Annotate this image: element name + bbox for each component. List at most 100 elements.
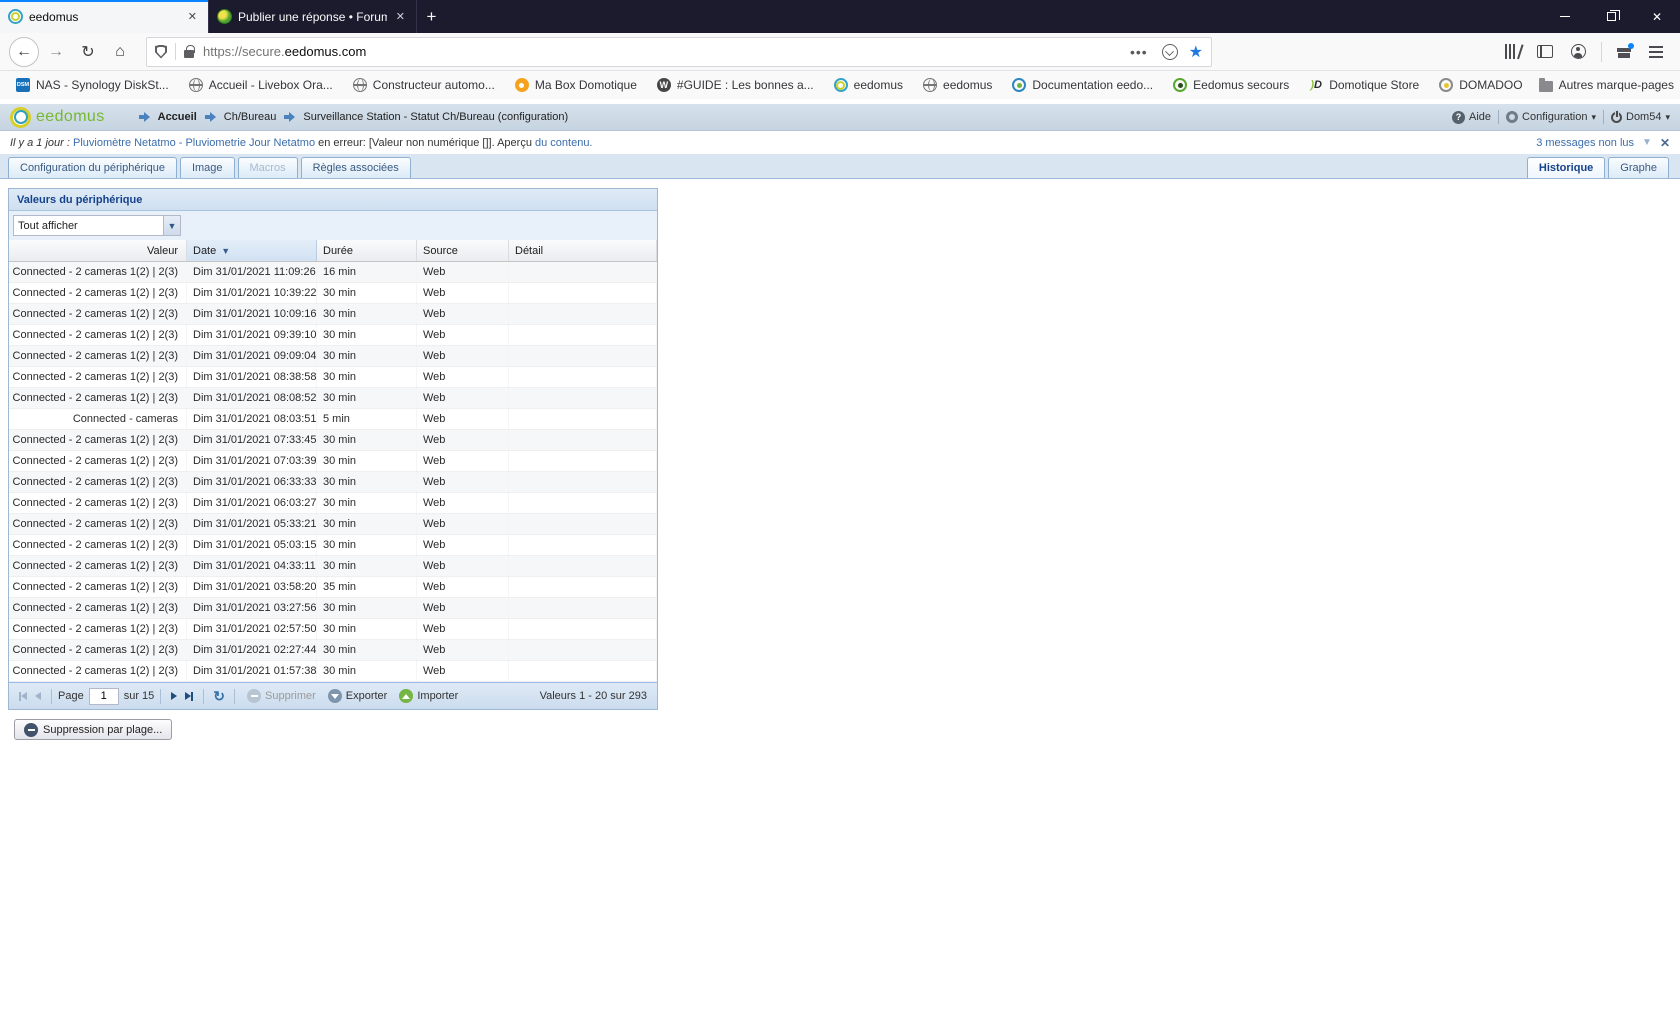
table-row[interactable]: Connected - 2 cameras 1(2) | 2(3) Dim 31…: [9, 430, 657, 451]
pocket-icon[interactable]: [1162, 44, 1178, 60]
browser-tab-eedomus[interactable]: eedomus ✕: [0, 0, 208, 33]
unread-messages-link[interactable]: 3 messages non lus: [1536, 137, 1634, 149]
prev-page-button: [35, 692, 41, 700]
filter-value: Tout afficher: [14, 220, 163, 232]
forward-button[interactable]: →: [40, 37, 72, 67]
cell-detail: [509, 556, 657, 576]
table-row[interactable]: Connected - 2 cameras 1(2) | 2(3) Dim 31…: [9, 472, 657, 493]
app-tab[interactable]: Macros: [238, 157, 298, 178]
table-row[interactable]: Connected - 2 cameras 1(2) | 2(3) Dim 31…: [9, 451, 657, 472]
close-icon: ✕: [1652, 10, 1662, 24]
table-row[interactable]: Connected - 2 cameras 1(2) | 2(3) Dim 31…: [9, 556, 657, 577]
table-row[interactable]: Connected - 2 cameras 1(2) | 2(3) Dim 31…: [9, 262, 657, 283]
table-row[interactable]: Connected - 2 cameras 1(2) | 2(3) Dim 31…: [9, 598, 657, 619]
menu-hamburger-icon[interactable]: [1649, 46, 1663, 58]
table-row[interactable]: Connected - 2 cameras 1(2) | 2(3) Dim 31…: [9, 514, 657, 535]
filter-combobox[interactable]: Tout afficher ▼: [13, 215, 181, 236]
table-row[interactable]: Connected - 2 cameras 1(2) | 2(3) Dim 31…: [9, 535, 657, 556]
other-bookmarks-button[interactable]: Autres marque-pages: [1531, 75, 1680, 95]
table-row[interactable]: Connected - 2 cameras 1(2) | 2(3) Dim 31…: [9, 388, 657, 409]
new-tab-button[interactable]: +: [416, 0, 446, 33]
tracking-shield-icon[interactable]: [155, 45, 167, 59]
tab-close-icon[interactable]: ✕: [393, 8, 408, 25]
range-delete-button[interactable]: Suppression par plage...: [14, 719, 172, 740]
cell-source: Web: [417, 367, 509, 387]
cell-duree: 30 min: [317, 325, 417, 345]
close-button[interactable]: ✕: [1634, 0, 1680, 33]
notification-device-link[interactable]: Pluviomètre Netatmo - Pluviometrie Jour …: [73, 137, 315, 149]
column-header-duree[interactable]: Durée: [317, 240, 417, 261]
configuration-menu[interactable]: Configuration ▾: [1506, 111, 1596, 123]
table-row[interactable]: Connected - 2 cameras 1(2) | 2(3) Dim 31…: [9, 283, 657, 304]
column-header-source[interactable]: Source: [417, 240, 509, 261]
cell-valeur: Connected - 2 cameras 1(2) | 2(3): [9, 430, 187, 450]
grid-body: Connected - 2 cameras 1(2) | 2(3) Dim 31…: [9, 262, 657, 682]
table-row[interactable]: Connected - 2 cameras 1(2) | 2(3) Dim 31…: [9, 346, 657, 367]
column-header-date[interactable]: Date▼: [187, 240, 317, 261]
table-row[interactable]: Connected - 2 cameras 1(2) | 2(3) Dim 31…: [9, 619, 657, 640]
page-number-input[interactable]: [89, 688, 119, 705]
chevron-down-icon[interactable]: ▼: [1642, 137, 1652, 148]
breadcrumb-item[interactable]: Surveillance Station - Statut Ch/Bureau …: [303, 111, 568, 123]
eedomus-logo[interactable]: eedomus: [10, 107, 105, 128]
export-button[interactable]: Exporter: [328, 689, 388, 703]
bookmark-item[interactable]: Documentation eedo...: [1004, 75, 1161, 95]
sidebar-icon[interactable]: [1537, 45, 1553, 58]
table-row[interactable]: Connected - 2 cameras 1(2) | 2(3) Dim 31…: [9, 367, 657, 388]
page-actions-icon[interactable]: •••: [1130, 44, 1148, 60]
refresh-icon[interactable]: ↻: [213, 688, 225, 705]
column-header-detail[interactable]: Détail: [509, 240, 657, 261]
next-page-button[interactable]: [171, 692, 177, 700]
bookmark-item[interactable]: Domotique Store: [1301, 75, 1427, 95]
last-page-button[interactable]: [185, 692, 193, 701]
bookmark-item[interactable]: NAS - Synology DiskSt...: [8, 75, 177, 95]
app-tab[interactable]: Règles associées: [301, 157, 411, 178]
whats-new-gift-icon[interactable]: [1617, 45, 1631, 58]
table-row[interactable]: Connected - 2 cameras 1(2) | 2(3) Dim 31…: [9, 325, 657, 346]
column-header-valeur[interactable]: Valeur: [9, 240, 187, 261]
bookmark-star-icon[interactable]: ★: [1189, 42, 1203, 62]
bookmark-item[interactable]: #GUIDE : Les bonnes a...: [649, 75, 822, 95]
restore-button[interactable]: [1588, 0, 1634, 33]
table-row[interactable]: Connected - 2 cameras 1(2) | 2(3) Dim 31…: [9, 640, 657, 661]
app-tab[interactable]: Historique: [1527, 157, 1605, 178]
bookmark-item[interactable]: Eedomus secours: [1165, 75, 1297, 95]
account-icon[interactable]: [1571, 44, 1586, 59]
app-tab[interactable]: Image: [180, 157, 235, 178]
chevron-down-icon[interactable]: ▼: [163, 216, 180, 235]
import-button[interactable]: Importer: [399, 689, 458, 703]
bookmark-favicon: [1309, 78, 1323, 92]
tab-close-icon[interactable]: ✕: [185, 8, 200, 25]
bookmark-item[interactable]: DOMADOO: [1431, 75, 1530, 95]
table-row[interactable]: Connected - cameras Dim 31/01/2021 08:03…: [9, 409, 657, 430]
lock-icon[interactable]: [184, 50, 194, 58]
bookmark-item[interactable]: eedomus: [826, 75, 911, 95]
cell-date: Dim 31/01/2021 08:08:52: [187, 388, 317, 408]
library-icon[interactable]: [1505, 44, 1519, 59]
minimize-button[interactable]: [1542, 0, 1588, 33]
bookmark-item[interactable]: eedomus: [915, 75, 1000, 95]
back-button[interactable]: ←: [8, 37, 40, 67]
cell-detail: [509, 409, 657, 429]
url-bar[interactable]: https://secure.eedomus.com ••• ★: [146, 37, 1212, 67]
table-row[interactable]: Connected - 2 cameras 1(2) | 2(3) Dim 31…: [9, 493, 657, 514]
bookmark-item[interactable]: Ma Box Domotique: [507, 75, 645, 95]
close-notification-icon[interactable]: ✕: [1660, 136, 1670, 150]
help-menu[interactable]: ? Aide: [1452, 111, 1491, 124]
bookmark-label: Domotique Store: [1329, 78, 1419, 92]
table-row[interactable]: Connected - 2 cameras 1(2) | 2(3) Dim 31…: [9, 661, 657, 682]
tab-title: Publier une réponse • Forum ee: [238, 10, 387, 24]
browser-tab-forum[interactable]: Publier une réponse • Forum ee ✕: [208, 0, 416, 33]
user-menu[interactable]: Dom54 ▾: [1611, 111, 1670, 123]
table-row[interactable]: Connected - 2 cameras 1(2) | 2(3) Dim 31…: [9, 577, 657, 598]
breadcrumb-item[interactable]: Accueil: [158, 111, 197, 123]
app-tab[interactable]: Configuration du périphérique: [8, 157, 177, 178]
notification-content-link[interactable]: du contenu.: [535, 137, 593, 149]
bookmark-item[interactable]: Constructeur automo...: [345, 75, 503, 95]
breadcrumb-item[interactable]: Ch/Bureau: [224, 111, 277, 123]
table-row[interactable]: Connected - 2 cameras 1(2) | 2(3) Dim 31…: [9, 304, 657, 325]
bookmark-item[interactable]: Accueil - Livebox Ora...: [181, 75, 341, 95]
app-tab[interactable]: Graphe: [1608, 157, 1669, 178]
home-button[interactable]: ⌂: [104, 37, 136, 67]
reload-button[interactable]: ↻: [72, 37, 104, 67]
